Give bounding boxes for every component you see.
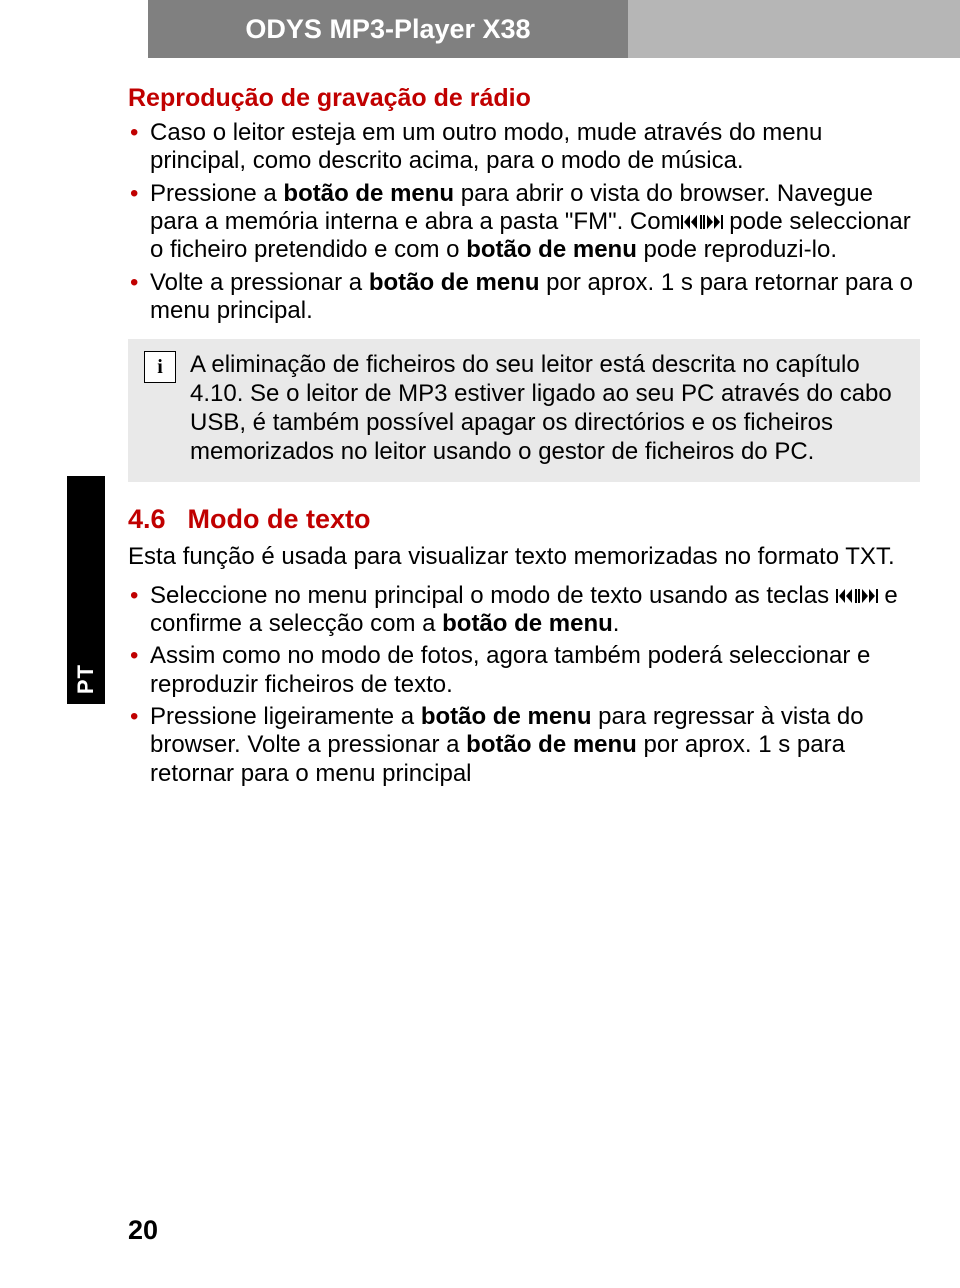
header-title-tab: ODYS MP3-Player X38: [148, 0, 628, 58]
info-text: A eliminação de ficheiros do seu leitor …: [190, 351, 904, 466]
section-title: Modo de texto: [188, 504, 371, 535]
bullet-text: pode reproduzi-lo.: [637, 236, 837, 263]
bullet-text: .: [613, 610, 620, 637]
bullet-text: Caso o leitor esteja em um outro modo, m…: [150, 119, 822, 174]
bullet-text: Volte a pressionar a: [150, 269, 369, 296]
bullet-text: Assim como no modo de fotos, agora també…: [150, 642, 870, 697]
prev-next-icon: [681, 213, 723, 231]
section-title-radio: Reprodução de gravação de rádio: [128, 84, 920, 113]
prev-next-icon: [836, 587, 878, 605]
language-code: PT: [73, 664, 99, 694]
bold-text: botão de menu: [283, 180, 454, 207]
bold-text: botão de menu: [442, 610, 613, 637]
info-callout: i A eliminação de ficheiros do seu leito…: [128, 339, 920, 482]
language-tab: PT: [67, 476, 105, 704]
page-number: 20: [128, 1215, 158, 1246]
info-icon: i: [144, 351, 176, 383]
section-number: 4.6: [128, 504, 166, 535]
radio-bullets: Caso o leitor esteja em um outro modo, m…: [128, 119, 920, 325]
bold-text: botão de menu: [466, 236, 637, 263]
section-intro: Esta função é usada para visualizar text…: [128, 543, 920, 571]
list-item: Volte a pressionar a botão de menu por a…: [128, 269, 920, 326]
bold-text: botão de menu: [421, 703, 592, 730]
list-item: Seleccione no menu principal o modo de t…: [128, 582, 920, 639]
header-title: ODYS MP3-Player X38: [245, 14, 530, 45]
list-item: Caso o leitor esteja em um outro modo, m…: [128, 119, 920, 176]
bullet-text: Pressione a: [150, 180, 283, 207]
section-heading-4-6: 4.6 Modo de texto: [128, 504, 920, 535]
bold-text: botão de menu: [369, 269, 540, 296]
list-item: Pressione ligeiramente a botão de menu p…: [128, 703, 920, 788]
content-area: Reprodução de gravação de rádio Caso o l…: [128, 78, 920, 792]
text-mode-bullets: Seleccione no menu principal o modo de t…: [128, 582, 920, 788]
list-item: Pressione a botão de menu para abrir o v…: [128, 180, 920, 265]
bold-text: botão de menu: [466, 731, 637, 758]
list-item: Assim como no modo de fotos, agora també…: [128, 642, 920, 699]
bullet-text: Seleccione no menu principal o modo de t…: [150, 582, 836, 609]
bullet-text: Pressione ligeiramente a: [150, 703, 421, 730]
